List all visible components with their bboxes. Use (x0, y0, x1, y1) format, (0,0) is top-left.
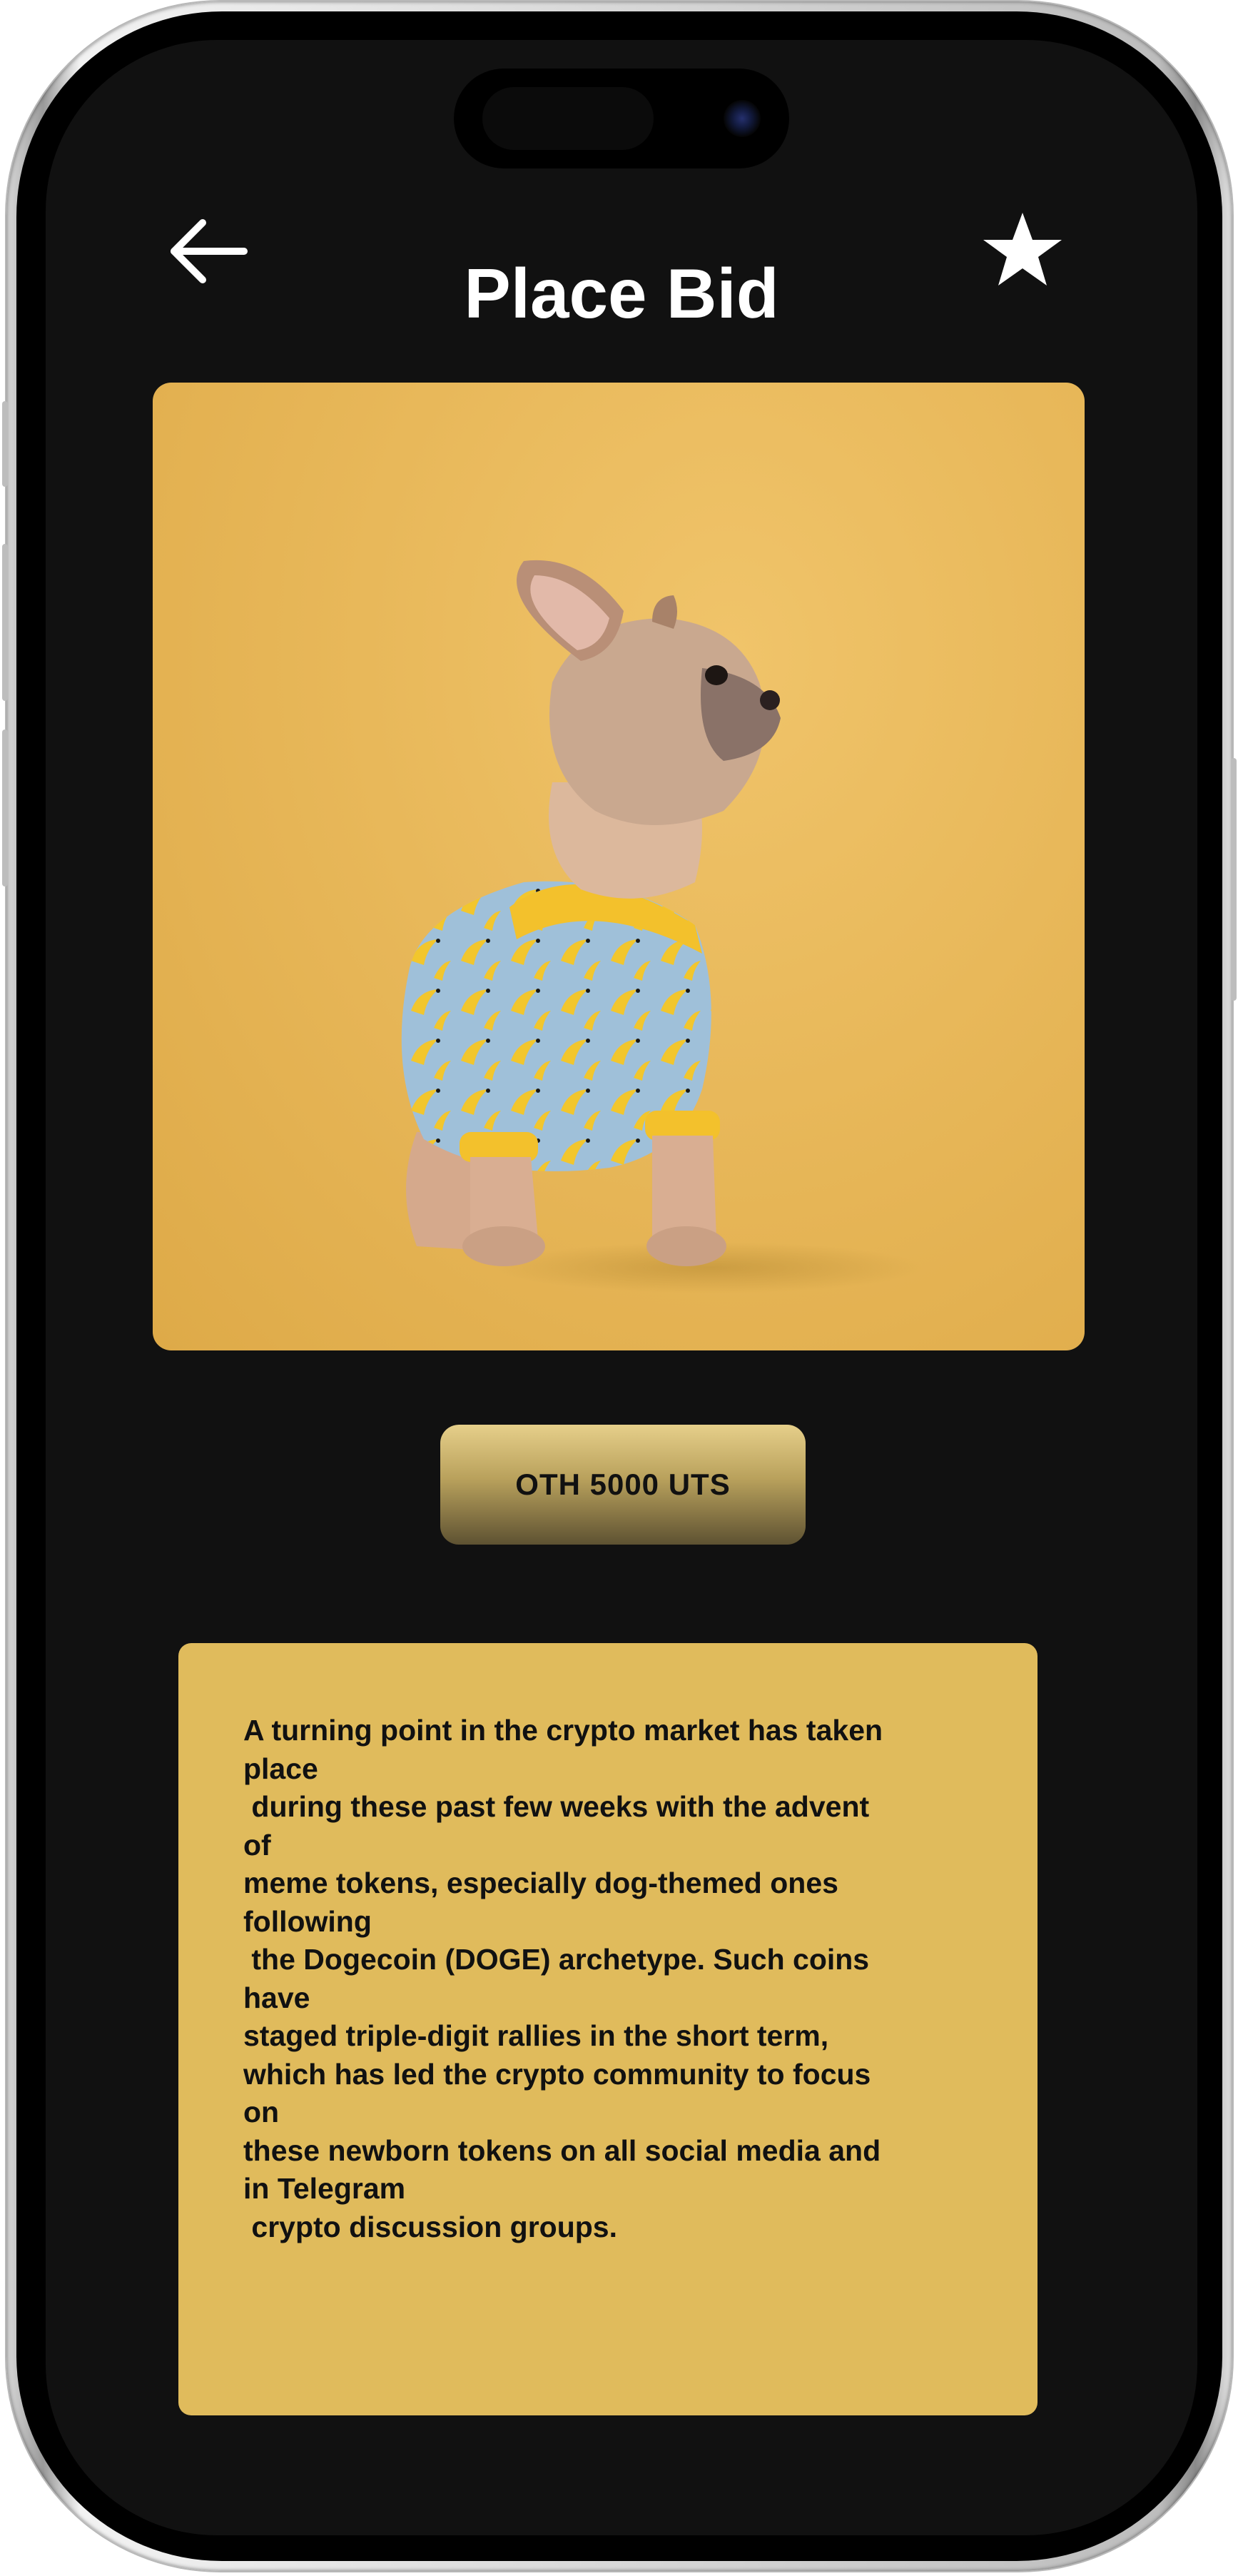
arrow-left-icon (171, 219, 248, 283)
island-sensor (482, 87, 654, 150)
star-icon (983, 213, 1062, 286)
bid-price-button[interactable]: OTH 5000 UTS (440, 1425, 806, 1545)
description-card: A turning point in the crypto market has… (178, 1643, 1037, 2415)
bulldog-illustration (401, 560, 923, 1293)
side-button-upper (2, 401, 8, 487)
front-camera (724, 100, 761, 137)
side-button-lower (2, 729, 8, 887)
description-text: A turning point in the crypto market has… (243, 1714, 883, 2243)
nft-artwork-image (153, 383, 1085, 1350)
side-button-middle (2, 544, 8, 701)
back-button[interactable] (160, 208, 253, 294)
app-screen: Place Bid OTH 5000 UTS A turning point i… (46, 40, 1197, 2535)
favorite-button[interactable] (976, 208, 1069, 294)
power-button (1231, 758, 1237, 1001)
page-title: Place Bid (464, 254, 779, 333)
dynamic-island (454, 69, 789, 168)
